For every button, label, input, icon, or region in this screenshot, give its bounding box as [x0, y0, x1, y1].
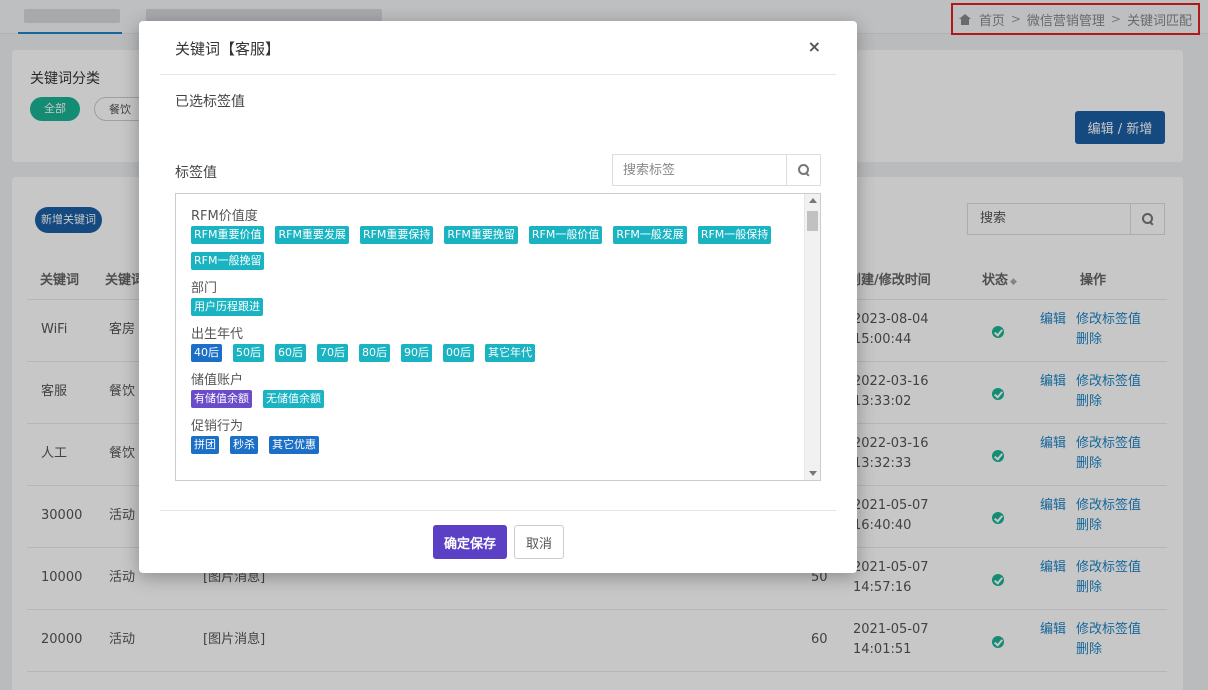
- tag-group-title: 出生年代: [191, 327, 244, 342]
- tag-chip[interactable]: RFM重要价值: [191, 226, 265, 244]
- modal-title: 关键词【客服】: [175, 40, 281, 58]
- tag-chip[interactable]: RFM一般挽留: [191, 252, 265, 270]
- close-icon[interactable]: ×: [808, 37, 821, 56]
- tag-chip[interactable]: 无储值余额: [263, 390, 324, 408]
- tag-chip[interactable]: 90后: [401, 344, 432, 362]
- tag-chip[interactable]: 拼团: [191, 436, 219, 454]
- tag-chip[interactable]: RFM重要挽留: [444, 226, 518, 244]
- tag-chip[interactable]: RFM一般发展: [613, 226, 687, 244]
- selected-tags-label: 已选标签值: [175, 94, 245, 110]
- tag-chip[interactable]: 40后: [191, 344, 222, 362]
- tag-group-title: 储值账户: [191, 373, 244, 388]
- tag-values-label: 标签值: [175, 165, 217, 181]
- scroll-down-icon[interactable]: [809, 471, 817, 476]
- tag-group-tags: 40后 50后 60后 70后 80后 90后 00后 其它年代: [191, 344, 791, 362]
- tag-search: [612, 154, 821, 186]
- tag-group-title: 促销行为: [191, 419, 244, 434]
- tag-group-tags: 拼团 秒杀 其它优惠: [191, 436, 791, 454]
- tag-group: 储值账户有储值余额 无储值余额: [191, 372, 804, 408]
- search-icon: [797, 164, 810, 176]
- tag-group-title: 部门: [191, 281, 218, 296]
- tag-chip[interactable]: 50后: [233, 344, 264, 362]
- cancel-button[interactable]: 取消: [514, 525, 564, 559]
- tag-chip[interactable]: 00后: [443, 344, 474, 362]
- tag-group: RFM价值度 RFM重要价值 RFM重要发展 RFM重要保持 RFM重要挽留 RFM一般价…: [191, 208, 804, 270]
- modal-header-divider: [160, 74, 836, 75]
- tag-list-scrollbar[interactable]: [804, 194, 820, 480]
- tag-group: 出生年代 40后 50后 60后 70后 80后 90后 00后 其它年代: [191, 326, 804, 362]
- tag-chip[interactable]: 有储值余额: [191, 390, 252, 408]
- scroll-up-icon[interactable]: [809, 198, 817, 203]
- modal-footer-divider: [160, 510, 836, 511]
- tag-list[interactable]: RFM价值度 RFM重要价值 RFM重要发展 RFM重要保持 RFM重要挽留 RFM一般价…: [176, 194, 804, 480]
- tag-chip[interactable]: RFM一般保持: [697, 226, 772, 244]
- tag-list-box: RFM价值度 RFM重要价值 RFM重要发展 RFM重要保持 RFM重要挽留 RFM一般价…: [175, 193, 821, 481]
- tag-chip[interactable]: 60后: [275, 344, 306, 362]
- tag-chip[interactable]: 其它年代: [485, 344, 535, 362]
- tag-chip[interactable]: RFM一般价值: [528, 226, 603, 244]
- tag-chip[interactable]: 秒杀: [230, 436, 258, 454]
- tag-group-tags: RFM重要价值 RFM重要发展 RFM重要保持 RFM重要挽留 RFM一般价值 RFM一般…: [191, 226, 791, 270]
- save-button[interactable]: 确定保存: [433, 525, 507, 559]
- tag-group: 部门 用户历程跟进: [191, 280, 804, 316]
- tag-group-tags: 用户历程跟进: [191, 298, 791, 316]
- tag-search-input[interactable]: [613, 155, 786, 185]
- tag-search-button[interactable]: [786, 155, 820, 185]
- tag-chip[interactable]: 其它优惠: [269, 436, 319, 454]
- tag-group-tags: 有储值余额 无储值余额: [191, 390, 791, 408]
- tag-chip[interactable]: 用户历程跟进: [191, 298, 263, 316]
- tag-group: 促销行为拼团 秒杀 其它优惠: [191, 418, 804, 454]
- tag-chip[interactable]: 80后: [359, 344, 390, 362]
- tag-chip[interactable]: RFM重要发展: [275, 226, 349, 244]
- tag-chip[interactable]: 70后: [317, 344, 348, 362]
- keyword-tag-modal: 关键词【客服】 × 已选标签值 标签值 RFM价值度 RFM重要价值 RFM重要发展…: [139, 21, 857, 573]
- tag-group-title: RFM价值度: [191, 209, 258, 224]
- scroll-thumb[interactable]: [807, 211, 818, 231]
- tag-chip[interactable]: RFM重要保持: [359, 226, 434, 244]
